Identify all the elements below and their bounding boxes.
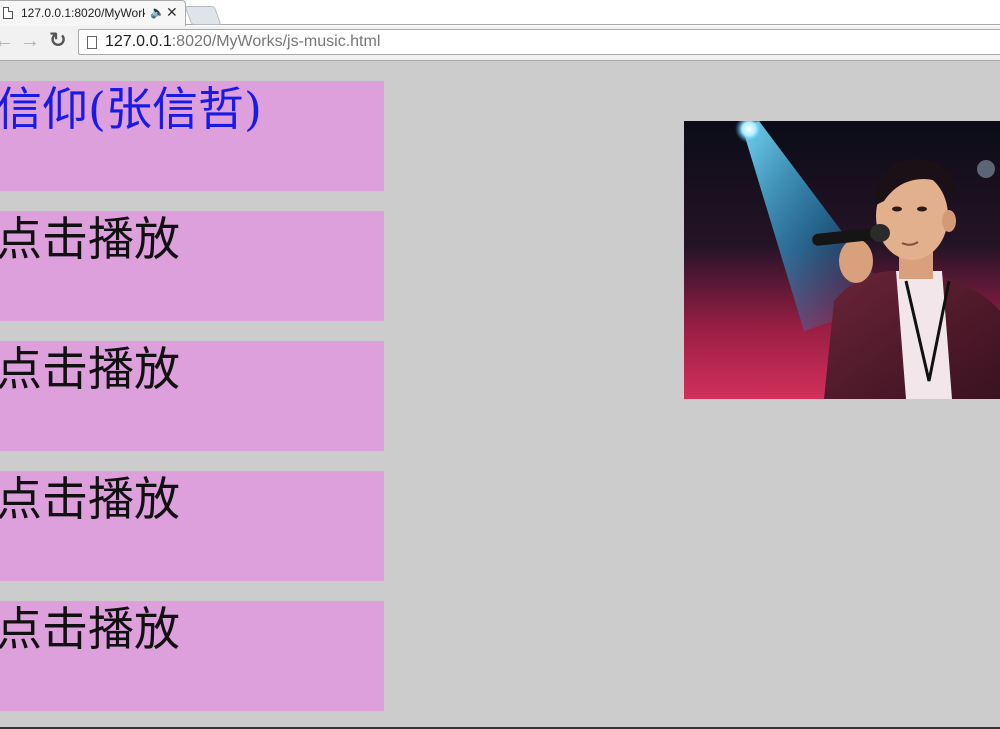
song-title-box: 信仰(张信哲) (0, 81, 384, 191)
singer-photo-illustration (684, 121, 1000, 399)
url-path: :8020/MyWorks/js-music.html (171, 33, 381, 50)
toolbar: ← → ↻ 127.0.0.1:8020/MyWorks/js-music.ht… (0, 26, 1000, 60)
forward-arrow-icon[interactable]: → (20, 30, 40, 53)
play-label[interactable]: 点击播放 (0, 603, 180, 655)
tab-strip: 127.0.0.1:8020/MyWorks/js-music.html 🔈 ✕ (0, 0, 1000, 26)
close-icon[interactable]: ✕ (166, 4, 178, 21)
play-box-3[interactable]: 点击播放 (0, 471, 384, 581)
url-host: 127.0.0.1 (105, 33, 172, 50)
play-label[interactable]: 点击播放 (0, 343, 180, 395)
play-label[interactable]: 点击播放 (0, 213, 180, 265)
play-box-1[interactable]: 点击播放 (0, 211, 384, 321)
address-bar[interactable]: 127.0.0.1:8020/MyWorks/js-music.html (78, 29, 1000, 55)
browser-chrome: 127.0.0.1:8020/MyWorks/js-music.html 🔈 ✕… (0, 0, 1000, 61)
url-text: 127.0.0.1:8020/MyWorks/js-music.html (105, 33, 380, 51)
browser-tab[interactable]: 127.0.0.1:8020/MyWorks/js-music.html 🔈 ✕ (0, 0, 186, 26)
play-box-4[interactable]: 点击播放 (0, 601, 384, 711)
page-icon (3, 7, 13, 19)
song-title: 信仰(张信哲) (0, 82, 262, 136)
tab-title: 127.0.0.1:8020/MyWorks/js-music.html (21, 6, 145, 20)
new-tab-button[interactable] (184, 6, 222, 25)
play-box-2[interactable]: 点击播放 (0, 341, 384, 451)
back-arrow-icon[interactable]: ← (0, 30, 14, 53)
speaker-icon[interactable]: 🔈 (150, 5, 165, 19)
reload-icon[interactable]: ↻ (49, 28, 67, 53)
play-label[interactable]: 点击播放 (0, 473, 180, 525)
document-icon (87, 36, 97, 49)
singer-photo (684, 121, 1000, 399)
